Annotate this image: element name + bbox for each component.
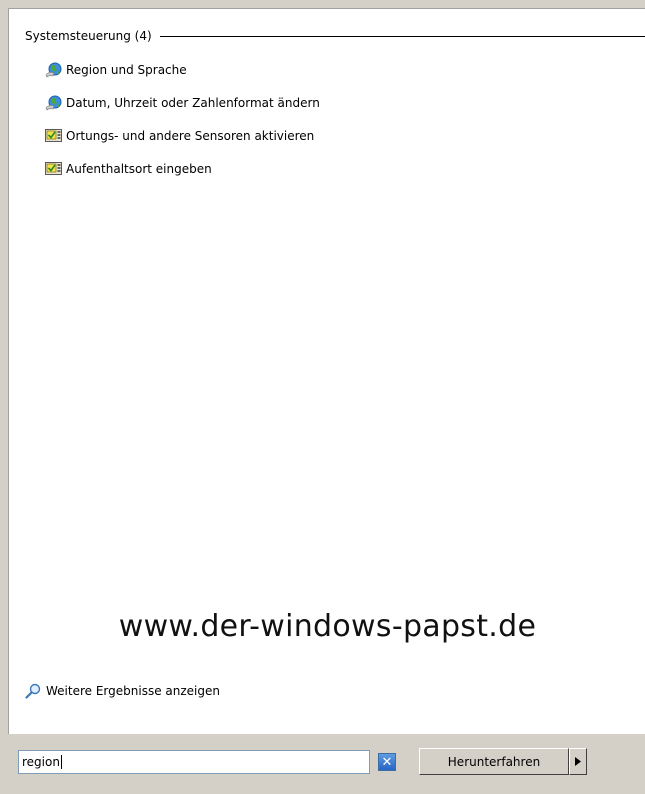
result-item-label: Region und Sprache (66, 62, 187, 77)
watermark-text: www.der-windows-papst.de (118, 609, 537, 644)
result-item-label: Ortungs- und andere Sensoren aktivieren (66, 128, 315, 143)
search-results-pane: Systemsteuerung (4) Region und Sprache D… (8, 8, 645, 734)
group-header-title: Systemsteuerung (4) (25, 29, 152, 43)
magnifier-icon (25, 683, 41, 699)
shutdown-button[interactable]: Herunterfahren (419, 748, 569, 775)
result-list: Region und Sprache Datum, Uhrzeit oder Z… (45, 61, 320, 193)
result-item-label: Datum, Uhrzeit oder Zahlenformat ändern (66, 95, 320, 110)
group-header-divider (159, 36, 645, 37)
shutdown-button-label: Herunterfahren (447, 754, 541, 769)
result-item-ortungs-sensoren[interactable]: Ortungs- und andere Sensoren aktivieren (45, 127, 320, 144)
result-item-label: Aufenthaltsort eingeben (66, 161, 212, 176)
shutdown-options-button[interactable] (569, 748, 587, 775)
more-results-label: Weitere Ergebnisse anzeigen (46, 684, 220, 698)
text-caret (60, 755, 62, 769)
result-item-datum-uhrzeit[interactable]: Datum, Uhrzeit oder Zahlenformat ändern (45, 94, 320, 111)
close-icon: ✕ (381, 754, 393, 770)
search-input[interactable]: region (18, 750, 370, 774)
control-panel-icon (45, 161, 62, 175)
clear-search-button[interactable]: ✕ (378, 753, 396, 771)
start-menu-bottom-bar: region ✕ Herunterfahren (8, 734, 645, 794)
result-item-aufenthaltsort[interactable]: Aufenthaltsort eingeben (45, 160, 320, 177)
group-header-control-panel[interactable]: Systemsteuerung (4) (25, 28, 645, 44)
more-results-link[interactable]: Weitere Ergebnisse anzeigen (25, 683, 220, 699)
result-item-region-und-sprache[interactable]: Region und Sprache (45, 61, 320, 78)
control-panel-icon (45, 128, 62, 142)
search-input-value: region (22, 755, 60, 769)
globe-icon (45, 62, 62, 78)
chevron-right-icon (575, 757, 581, 766)
globe-icon (45, 95, 62, 111)
